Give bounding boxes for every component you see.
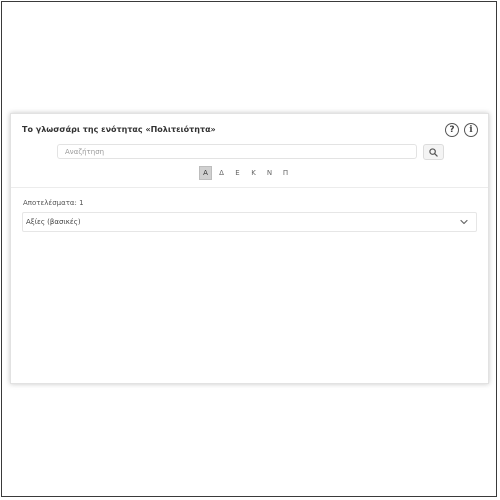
letter-filter-nu[interactable]: Ν [263,166,276,180]
info-circle-icon[interactable]: i [464,123,478,137]
glossary-term-row[interactable]: Αξίες (βασικές) [22,212,477,232]
alphabet-filter: Α Δ Ε Κ Ν Π [199,166,292,180]
letter-filter-pi[interactable]: Π [279,166,292,180]
letter-filter-kappa[interactable]: Κ [247,166,260,180]
search-icon [429,147,438,157]
letter-filter-epsilon[interactable]: Ε [231,166,244,180]
chevron-down-icon [460,219,468,225]
results-count: Αποτελέσματα: 1 [23,199,84,207]
glossary-panel: Το γλωσσάρι της ενότητας «Πολιτειότητα» … [10,113,489,384]
divider [11,187,488,188]
glossary-title: Το γλωσσάρι της ενότητας «Πολιτειότητα» [22,125,216,134]
letter-filter-delta[interactable]: Δ [215,166,228,180]
letter-filter-alpha[interactable]: Α [199,166,212,180]
question-circle-icon[interactable]: ? [445,123,459,137]
search-button[interactable] [423,144,444,160]
glossary-term-label: Αξίες (βασικές) [26,218,81,226]
search-input[interactable] [57,144,417,159]
